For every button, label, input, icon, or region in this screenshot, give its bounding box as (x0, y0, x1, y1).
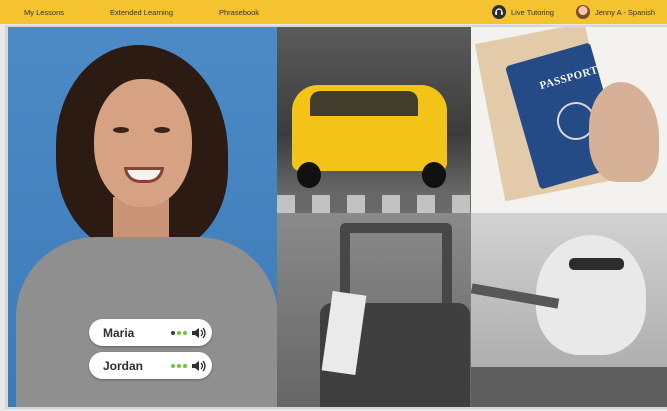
top-navigation-bar: My Lessons Extended Learning Phrasebook … (0, 0, 667, 24)
left-eye (113, 127, 129, 133)
nav-phrasebook[interactable]: Phrasebook (219, 8, 259, 17)
face-shape (94, 79, 192, 207)
hand-shape (589, 82, 659, 182)
audio-dots-icon (183, 330, 187, 335)
audio-dots-icon (177, 330, 181, 335)
lesson-image-grid: Maria Jordan PASSPORT (5, 25, 667, 409)
audio-dots-icon (171, 363, 175, 368)
taxi-wheel (297, 162, 321, 188)
speaker-icon[interactable] (191, 327, 207, 339)
audio-dots-icon (183, 363, 187, 368)
passport-image: PASSPORT (471, 27, 667, 213)
luggage-image (277, 213, 471, 407)
speaker-name: Maria (103, 325, 135, 340)
taxi-image (277, 27, 471, 213)
speaker-name: Jordan (103, 358, 144, 373)
live-tutoring-label[interactable]: Live Tutoring (511, 8, 554, 17)
speaker-icon[interactable] (191, 360, 207, 372)
crosswalk (277, 195, 471, 213)
speaker-pill-maria[interactable]: Maria (89, 319, 212, 346)
avatar[interactable] (575, 5, 590, 19)
user-language-label[interactable]: Jenny A - Spanish (595, 8, 655, 17)
headset-icon[interactable] (492, 5, 506, 19)
nav-my-lessons[interactable]: My Lessons (24, 8, 64, 17)
audio-dots-icon (171, 330, 175, 335)
airplane-image (471, 213, 667, 407)
woman-portrait-image: Maria Jordan (8, 27, 278, 407)
taxi-windshield (310, 91, 418, 116)
speaker-pill-jordan[interactable]: Jordan (89, 352, 212, 379)
topbar-right: Live Tutoring Jenny A - Spanish (492, 5, 655, 19)
nav-extended-learning[interactable]: Extended Learning (110, 8, 173, 17)
plane-nose (536, 235, 646, 355)
tarmac (471, 367, 667, 407)
audio-dots-icon (177, 363, 181, 368)
taxi-wheel (422, 162, 446, 188)
right-eye (154, 127, 170, 133)
cockpit-windows (569, 258, 624, 270)
